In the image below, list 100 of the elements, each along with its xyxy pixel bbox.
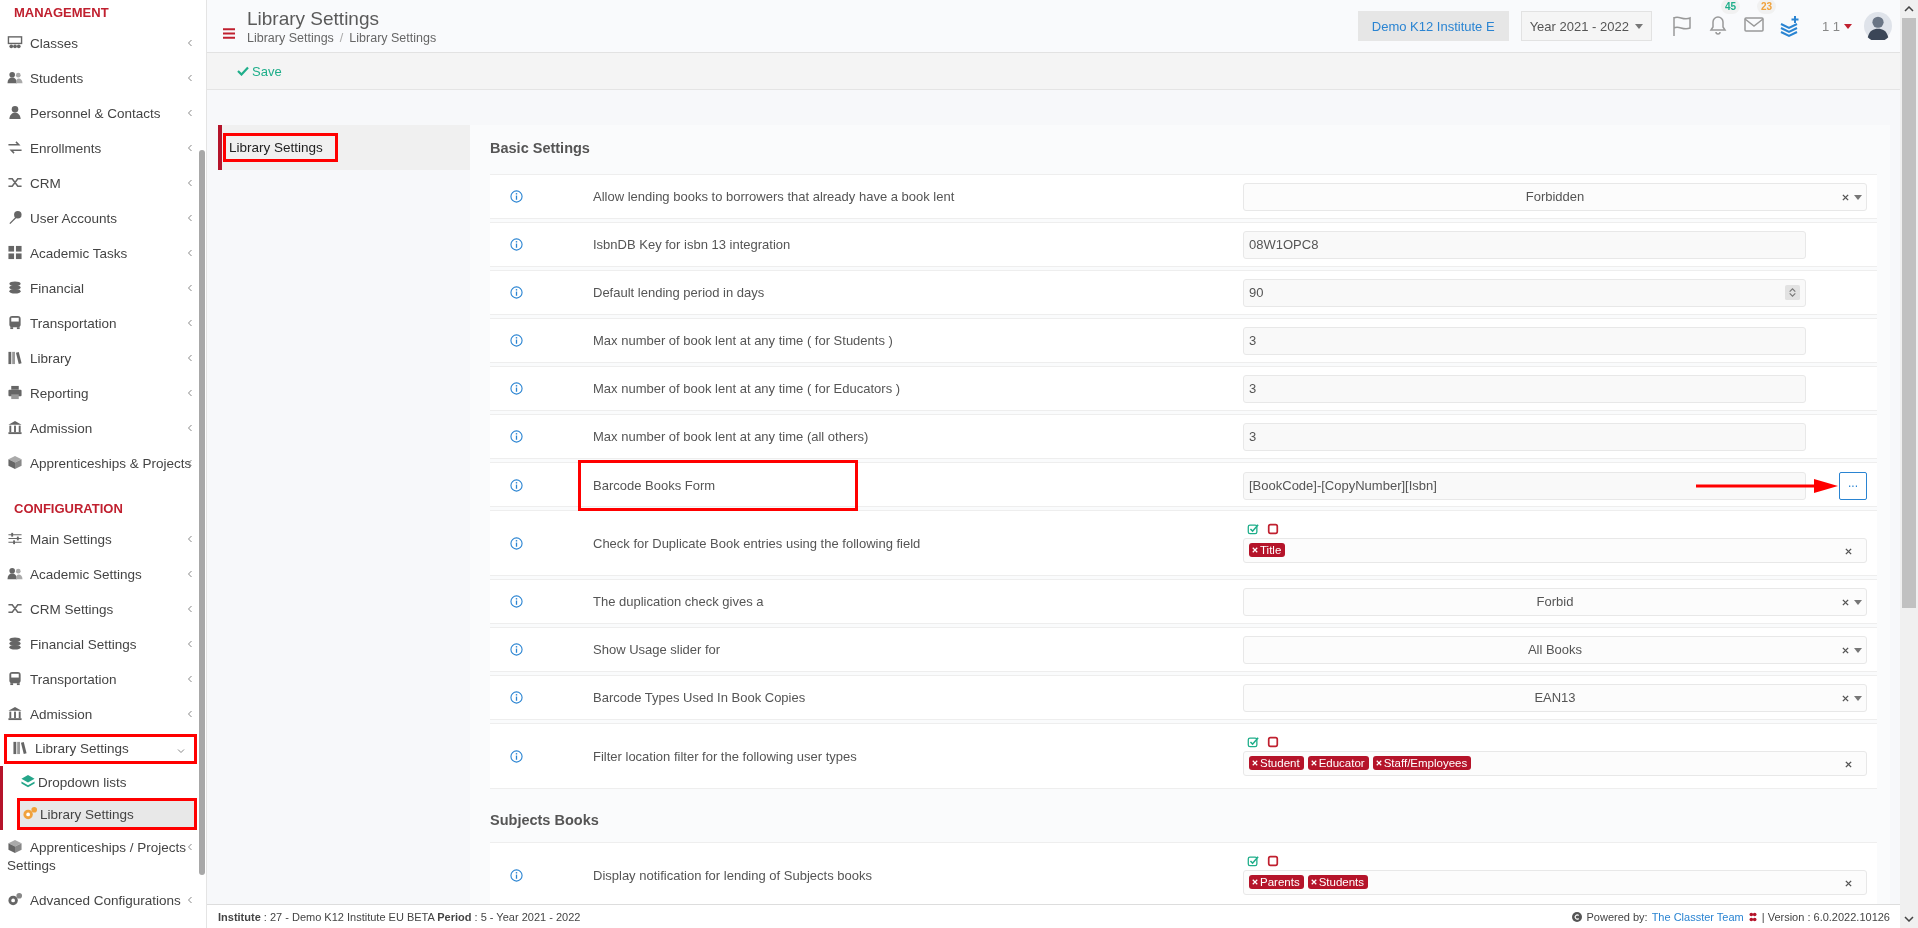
remove-icon[interactable] [1252, 879, 1258, 885]
info-icon[interactable] [510, 536, 523, 550]
sidebar-item[interactable]: CRM Settings [0, 592, 206, 627]
info-icon[interactable] [510, 595, 523, 608]
clear-icon[interactable] [1845, 760, 1852, 768]
remove-icon[interactable] [1310, 760, 1317, 766]
caret-icon[interactable] [1854, 695, 1862, 701]
clear-icon[interactable] [1842, 598, 1849, 606]
info-icon[interactable] [510, 382, 523, 395]
sidebar-item[interactable]: Financial [0, 271, 206, 306]
sidebar-item[interactable]: Transportation [0, 306, 206, 341]
sidebar-item[interactable]: Personnel & Contacts [0, 96, 206, 131]
sidebar-item[interactable]: User Accounts [0, 201, 206, 236]
clear-icon[interactable] [1845, 879, 1852, 887]
breadcrumb-link[interactable]: Library Settings [247, 31, 334, 45]
clear-icon[interactable] [1842, 193, 1849, 201]
input-field[interactable]: 3 [1243, 374, 1806, 403]
tags-field[interactable]: Parents Students [1243, 869, 1867, 895]
clear-icon[interactable] [1842, 646, 1849, 654]
sidebar-item[interactable]: Admission [0, 411, 206, 446]
caret-icon[interactable] [1854, 194, 1862, 200]
settings-tab[interactable]: Library Settings [218, 125, 470, 170]
sidebar-item[interactable]: CRM [0, 166, 206, 201]
info-icon[interactable] [510, 868, 523, 882]
select-all-icon[interactable] [1247, 735, 1259, 748]
deselect-all-icon[interactable] [1267, 522, 1279, 535]
breadcrumb-link[interactable]: Library Settings [349, 31, 437, 45]
sidebar-subitem[interactable]: Library Settings [17, 798, 197, 830]
info-icon[interactable] [510, 238, 523, 251]
select-field[interactable]: Forbid [1243, 587, 1867, 616]
check-icon[interactable] [237, 66, 249, 76]
input-field[interactable]: [BookCode]-[CopyNumber][Isbn] [1243, 471, 1806, 500]
tag[interactable]: Parents [1249, 875, 1304, 889]
sidebar-item[interactable]: Enrollments [0, 131, 206, 166]
input-field[interactable]: 08W1OPC8 [1243, 230, 1806, 259]
select-all-icon[interactable] [1247, 854, 1259, 867]
info-icon[interactable] [510, 190, 523, 203]
number-field[interactable]: 90 [1243, 278, 1806, 307]
avatar[interactable] [1864, 12, 1892, 40]
input-field[interactable]: 3 [1243, 422, 1806, 451]
select-field[interactable]: Forbidden [1243, 182, 1867, 211]
remove-icon[interactable] [1310, 879, 1317, 885]
more-button[interactable]: ... [1839, 471, 1867, 500]
sidebar-item[interactable]: Apprenticeships / Projects Settings [0, 830, 206, 883]
tag[interactable]: Title [1249, 543, 1286, 557]
sidebar-item[interactable]: Advanced Configurations [0, 883, 206, 918]
info-icon[interactable] [510, 691, 523, 704]
remove-icon[interactable] [1252, 547, 1258, 553]
coins-icon [7, 635, 23, 651]
info-icon[interactable] [510, 430, 523, 443]
chevron-left-icon [186, 710, 194, 718]
classter-link[interactable]: The Classter Team [1651, 910, 1744, 923]
clear-icon[interactable] [1845, 547, 1852, 555]
tag[interactable]: Educator [1307, 756, 1369, 770]
info-icon[interactable] [510, 334, 523, 347]
scrollbar[interactable] [199, 150, 205, 875]
tag[interactable]: Students [1307, 875, 1369, 889]
clear-icon[interactable] [1842, 694, 1849, 702]
sidebar-item[interactable]: Students [0, 61, 206, 96]
year-dropdown[interactable]: Year 2021 - 2022 [1520, 11, 1652, 41]
info-icon[interactable] [510, 749, 523, 763]
deselect-all-icon[interactable] [1267, 735, 1279, 748]
sidebar-item[interactable]: Admission [0, 697, 206, 732]
input-field[interactable]: 3 [1243, 326, 1806, 355]
sidebar-item[interactable]: Academic Tasks [0, 236, 206, 271]
sidebar-item[interactable]: Classes [0, 26, 206, 61]
info-icon[interactable] [510, 643, 523, 656]
sidebar-item[interactable]: Main Settings [0, 522, 206, 557]
sidebar-item[interactable]: Financial Settings [0, 627, 206, 662]
spinner-icon[interactable] [1785, 284, 1800, 300]
deselect-all-icon[interactable] [1267, 854, 1279, 867]
sidebar-subitem[interactable]: Dropdown lists [3, 766, 206, 798]
scroll-down-icon[interactable] [1904, 916, 1914, 922]
caret-icon[interactable] [1844, 23, 1852, 29]
chevron-left-icon [186, 640, 194, 648]
remove-icon[interactable] [1375, 760, 1382, 766]
sidebar-item[interactable]: Transportation [0, 662, 206, 697]
sidebar-item[interactable]: Academic Settings [0, 557, 206, 592]
info-icon[interactable] [510, 286, 523, 299]
tags-field[interactable]: Title [1243, 537, 1867, 563]
remove-icon[interactable] [1252, 760, 1258, 766]
swap-icon [7, 139, 23, 155]
menu-icon[interactable] [223, 27, 235, 39]
select-field[interactable]: EAN13 [1243, 683, 1867, 712]
sidebar-item[interactable]: Apprenticeships & Projects [0, 446, 206, 481]
tag[interactable]: Staff/Employees [1372, 756, 1472, 770]
sidebar-item[interactable]: Reporting [0, 376, 206, 411]
scroll-up-icon[interactable] [1904, 6, 1914, 12]
section-title: CONFIGURATION [13, 500, 124, 518]
sidebar-item[interactable]: Library Settings [4, 734, 197, 764]
tag[interactable]: Student [1249, 756, 1304, 770]
caret-icon[interactable] [1854, 647, 1862, 653]
caret-icon[interactable] [1634, 23, 1643, 29]
scrollbar[interactable] [1900, 0, 1918, 928]
select-all-icon[interactable] [1247, 522, 1259, 535]
caret-icon[interactable] [1854, 599, 1862, 605]
sidebar-item[interactable]: Library [0, 341, 206, 376]
info-icon[interactable] [510, 479, 523, 492]
tags-field[interactable]: Student Educator Staff/Employees [1243, 750, 1867, 776]
select-field[interactable]: All Books [1243, 635, 1867, 664]
